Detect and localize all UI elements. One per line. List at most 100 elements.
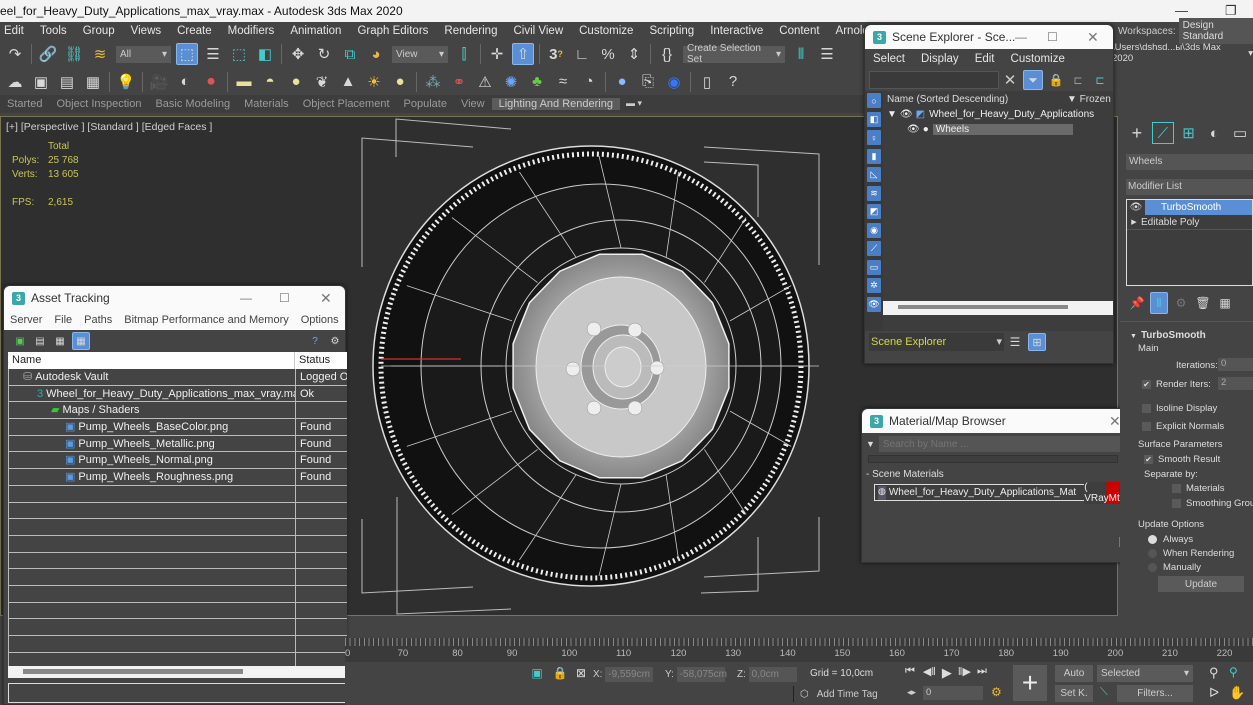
xrefs-filter-icon[interactable]: ◉ [867,222,881,238]
spinner-snap-icon[interactable]: ⇕ [623,43,645,65]
asset-menu-file[interactable]: File [48,314,78,326]
clear-search-icon[interactable]: ✕ [1001,71,1019,89]
material-search-input[interactable] [878,436,1124,452]
minimize-button[interactable]: — [1015,30,1027,44]
modifier-stack-item[interactable]: 👁 TurboSmooth [1127,200,1252,215]
explicit-normals-checkbox[interactable]: Explicit Normals [1142,421,1224,432]
close-button[interactable]: ✕ [320,290,332,307]
list-icon[interactable]: ▤ [56,71,78,93]
record-icon[interactable]: ⏺ [200,71,222,93]
time-slider-track[interactable]: 0 70 80 90 100 110 120 130 140 150 160 170 180 190 200… [345,638,1253,662]
menu-item-civil-view[interactable]: Civil View [505,25,571,37]
auto-key-button[interactable]: Auto [1055,665,1093,682]
menu-item-graph-editors[interactable]: Graph Editors [349,25,436,37]
geometry-filter-icon[interactable]: ○ [867,93,881,108]
plant-icon[interactable]: ♣ [526,71,548,93]
spot-icon[interactable]: ▲ [337,71,359,93]
camera-icon[interactable]: 🎥 [148,71,170,93]
zoom-icon[interactable]: ⚲ [1209,665,1219,681]
horizontal-scrollbar[interactable] [883,301,1113,315]
go-to-end-icon[interactable]: ⏭ [977,665,987,681]
key-filter-dropdown[interactable]: Selected ▾ [1097,665,1193,682]
material-browser-title-bar[interactable]: 3 Material/Map Browser ✕ [862,409,1126,433]
close-button[interactable]: ✕ [1087,29,1099,46]
maximize-button[interactable]: ☐ [1047,30,1058,44]
molecule-icon[interactable]: ⚭ [448,71,470,93]
spacewarps-filter-icon[interactable]: ≋ [867,185,881,201]
asset-menu-paths[interactable]: Paths [78,314,118,326]
column-header-name[interactable]: Name (Sorted Descending) [887,94,1067,105]
update-always-radio[interactable]: Always [1148,534,1193,545]
select-object-icon[interactable]: ⬚ [176,43,198,65]
minimize-button[interactable]: — [240,291,252,305]
close-button[interactable]: ✕ [1109,413,1121,430]
groups-filter-icon[interactable]: ◩ [867,204,881,219]
asset-row[interactable]: ▰ Maps / Shaders [9,402,347,420]
filter-icon[interactable]: ⏷ [1023,70,1043,90]
rollout-title[interactable]: ▼ TurboSmooth [1130,330,1206,341]
render-frame-icon[interactable]: ▣ [30,71,52,93]
texture-icon[interactable]: ⎘ [637,71,659,93]
set-key-button[interactable]: Set K. [1055,685,1093,702]
menu-item-animation[interactable]: Animation [282,25,349,37]
render-iters-spinner[interactable]: 2 [1218,377,1253,390]
mirror-icon[interactable]: ⫴ [790,43,812,65]
y-field[interactable]: -58,075cm [676,667,727,682]
fur-icon[interactable]: ⁂ [422,71,444,93]
percent-snap-icon[interactable]: % [597,43,619,65]
key-tangent-icon[interactable]: ⟍ [1100,686,1108,699]
menu-item-scripting[interactable]: Scripting [641,25,702,37]
render-iters-checkbox[interactable]: ✔ Render Iters: [1142,379,1211,390]
unlink-icon[interactable]: ⛓ [63,43,85,65]
absolute-mode-icon[interactable]: ⊠ [573,665,589,681]
ies-light-icon[interactable]: ● [389,71,411,93]
align-icon[interactable]: ☰ [816,43,838,65]
tree-item-selected[interactable]: 👁 ● Wheels [883,122,1113,137]
create-tab-icon[interactable]: + [1126,122,1148,144]
expand-arrow-icon[interactable]: ▶ [1127,218,1141,226]
remove-modifier-icon[interactable]: 🗑 [1194,292,1212,314]
angle-snap-icon[interactable]: ∟ [571,43,593,65]
z-field[interactable]: 0,0cm [748,667,797,682]
layers-icon[interactable]: ☰ [1006,333,1024,351]
menu-item-views[interactable]: Views [123,25,169,37]
lights-filter-icon[interactable]: ♀ [867,130,881,145]
ribbon-tab-started[interactable]: Started [0,98,49,110]
options-arrow-icon[interactable]: ▼ [866,439,875,449]
viewport-camera-icon[interactable]: ◐ [174,71,196,93]
scene-menu-customize[interactable]: Customize [1003,53,1073,65]
menu-item-content[interactable]: Content [771,25,827,37]
menu-item-modifiers[interactable]: Modifiers [220,25,283,37]
next-frame-icon[interactable]: ‖▶ [958,665,971,681]
modifier-list-dropdown[interactable]: Modifier List [1126,179,1253,195]
asset-menu-server[interactable]: Server [4,314,48,326]
column-header-name[interactable]: Name [8,352,295,369]
menu-item-create[interactable]: Create [169,25,220,37]
light-icon[interactable]: 💡 [115,71,137,93]
thumbnail-view-icon[interactable]: ▦ [52,333,68,349]
workspaces-dropdown[interactable]: Design Standard [1178,18,1253,44]
rotate-icon[interactable]: ↻ [313,43,335,65]
visibility-eye-icon[interactable]: 👁 [900,109,913,120]
asset-path-field[interactable] [8,683,347,703]
mesh-light-icon[interactable]: ❦ [311,71,333,93]
ribbon-tab-view[interactable]: View [454,98,492,110]
bind-spacewarp-icon[interactable]: ≋ [89,43,111,65]
asset-row[interactable]: ⛁ Autodesk Vault Logged O [9,369,347,386]
move-icon[interactable]: ✥ [287,43,309,65]
menu-item-group[interactable]: Group [75,25,123,37]
edit-named-selection-icon[interactable]: {} [656,43,678,65]
frame-buffer-icon[interactable]: ▯ [696,71,718,93]
shapes-filter-icon[interactable]: ◧ [867,111,881,127]
play-icon[interactable]: ▶ [942,665,952,681]
hierarchy-select-icon[interactable]: ⊏ [1091,71,1109,89]
hierarchy-icon[interactable]: ⊏ [1069,71,1087,89]
keyboard-shortcut-override-icon[interactable]: ⇧ [512,43,534,65]
helpers-filter-icon[interactable]: ◺ [867,167,881,182]
hierarchy-tab-icon[interactable]: ⊞ [1178,122,1200,144]
scene-menu-display[interactable]: Display [913,53,967,65]
material-sphere-icon[interactable]: ● [611,71,633,93]
smoothing-groups-checkbox[interactable]: Smoothing Groups [1172,498,1253,509]
proxy-icon[interactable]: ⚠ [474,71,496,93]
select-by-name-icon[interactable]: ☰ [202,43,224,65]
